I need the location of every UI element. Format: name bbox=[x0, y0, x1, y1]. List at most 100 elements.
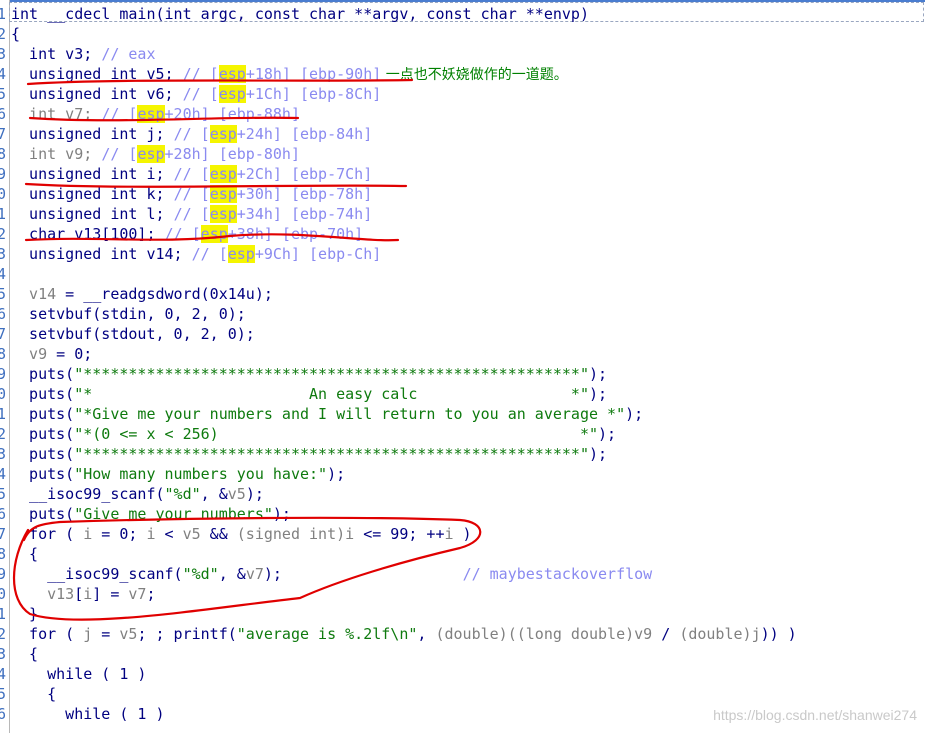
string-literal[interactable]: "***************************************… bbox=[74, 365, 589, 383]
variable[interactable]: v5 bbox=[119, 625, 137, 643]
call[interactable]: __isoc99_scanf( bbox=[11, 485, 164, 503]
string-literal[interactable]: "*(0 <= x < 256) *" bbox=[74, 425, 598, 443]
code-line[interactable]: unsigned int l; // [esp+34h] [ebp-74h] bbox=[11, 204, 925, 224]
variable[interactable]: v5 bbox=[183, 525, 201, 543]
code-line[interactable]: { bbox=[11, 684, 925, 704]
call[interactable]: puts( bbox=[11, 405, 74, 423]
statement[interactable]: setvbuf(stdin, 0, 2, 0); bbox=[11, 305, 246, 323]
call[interactable]: puts( bbox=[11, 465, 74, 483]
call[interactable]: puts( bbox=[11, 385, 74, 403]
highlighted-token[interactable]: esp bbox=[137, 145, 165, 163]
declaration[interactable]: int v9; bbox=[11, 145, 101, 163]
declaration[interactable]: unsigned int v14; bbox=[11, 245, 192, 263]
code-line[interactable]: int v7; // [esp+20h] [ebp-88h] bbox=[11, 104, 925, 124]
string-literal[interactable]: "* An easy calc *" bbox=[74, 385, 589, 403]
declaration[interactable]: unsigned int i; bbox=[11, 165, 174, 183]
code-area[interactable]: int __cdecl main(int argc, const char **… bbox=[11, 4, 925, 724]
variable[interactable]: v9 bbox=[11, 345, 47, 363]
declaration[interactable]: char v13[100]; bbox=[11, 225, 165, 243]
code-line[interactable]: unsigned int j; // [esp+24h] [ebp-84h] bbox=[11, 124, 925, 144]
call[interactable]: puts( bbox=[11, 365, 74, 383]
code-line[interactable]: unsigned int i; // [esp+2Ch] [ebp-7Ch] bbox=[11, 164, 925, 184]
code-line[interactable]: unsigned int v14; // [esp+9Ch] [ebp-Ch] bbox=[11, 244, 925, 264]
code-line[interactable]: v13[i] = v7; bbox=[11, 584, 925, 604]
code-line[interactable]: v14 = __readgsdword(0x14u); bbox=[11, 284, 925, 304]
code-line[interactable]: puts("*Give me your numbers and I will r… bbox=[11, 404, 925, 424]
declaration[interactable]: unsigned int v6; bbox=[11, 85, 183, 103]
call[interactable]: ; ; printf( bbox=[137, 625, 236, 643]
call[interactable]: puts( bbox=[11, 445, 74, 463]
string-literal[interactable]: "*Give me your numbers and I will return… bbox=[74, 405, 625, 423]
variable[interactable]: i bbox=[445, 525, 454, 543]
code-line[interactable]: puts("Give me your numbers"); bbox=[11, 504, 925, 524]
statement[interactable]: = 0; bbox=[47, 345, 92, 363]
keyword[interactable]: for ( bbox=[11, 625, 83, 643]
variable[interactable]: v7 bbox=[246, 565, 264, 583]
code-line[interactable]: int __cdecl main(int argc, const char **… bbox=[11, 4, 925, 24]
keyword[interactable]: while ( 1 ) bbox=[11, 705, 164, 723]
code-line[interactable]: { bbox=[11, 24, 925, 44]
variable[interactable]: i bbox=[83, 525, 92, 543]
highlighted-token[interactable]: esp bbox=[209, 125, 237, 143]
code-line[interactable]: puts("**********************************… bbox=[11, 364, 925, 384]
code-line[interactable]: puts("*(0 <= x < 256) *"); bbox=[11, 424, 925, 444]
highlighted-token[interactable]: esp bbox=[137, 105, 165, 123]
variable[interactable]: i bbox=[146, 525, 155, 543]
string-literal[interactable]: "%d" bbox=[165, 485, 201, 503]
code-line[interactable]: v9 = 0; bbox=[11, 344, 925, 364]
variable[interactable]: i bbox=[345, 525, 354, 543]
declaration[interactable]: int v3; bbox=[11, 45, 101, 63]
code-line[interactable]: while ( 1 ) bbox=[11, 664, 925, 684]
declaration[interactable]: unsigned int v5; bbox=[11, 65, 183, 83]
string-literal[interactable]: "Give me your numbers" bbox=[74, 505, 273, 523]
code-line[interactable]: unsigned int k; // [esp+30h] [ebp-78h] bbox=[11, 184, 925, 204]
declaration[interactable]: int v7; bbox=[11, 105, 101, 123]
code-line[interactable]: __isoc99_scanf("%d", &v5); bbox=[11, 484, 925, 504]
pseudocode-viewer[interactable]: 123456789012345678901234567890123456 int… bbox=[0, 0, 925, 733]
code-line[interactable]: } bbox=[11, 604, 925, 624]
code-line[interactable]: for ( j = v5; ; printf("average is %.2lf… bbox=[11, 624, 925, 644]
code-line[interactable]: char v13[100]; // [esp+38h] [ebp-70h] bbox=[11, 224, 925, 244]
variable[interactable]: v5 bbox=[228, 485, 246, 503]
keyword[interactable]: for ( bbox=[11, 525, 83, 543]
highlighted-token[interactable]: esp bbox=[209, 165, 237, 183]
variable[interactable]: v13 bbox=[11, 585, 74, 603]
variable[interactable]: v9 bbox=[634, 625, 652, 643]
code-line[interactable]: unsigned int v5; // [esp+18h] [ebp-90h] … bbox=[11, 64, 925, 84]
code-line[interactable]: puts("**********************************… bbox=[11, 444, 925, 464]
variable[interactable]: v14 bbox=[11, 285, 56, 303]
call[interactable]: __isoc99_scanf( bbox=[11, 565, 182, 583]
code-line[interactable]: int v9; // [esp+28h] [ebp-80h] bbox=[11, 144, 925, 164]
highlighted-token[interactable]: esp bbox=[209, 205, 237, 223]
code-line[interactable]: { bbox=[11, 544, 925, 564]
keyword[interactable]: while ( 1 ) bbox=[11, 665, 146, 683]
statement[interactable]: setvbuf(stdout, 0, 2, 0); bbox=[11, 325, 255, 343]
code-line[interactable]: __isoc99_scanf("%d", &v7); // maybestack… bbox=[11, 564, 925, 584]
highlighted-token[interactable]: esp bbox=[218, 65, 246, 83]
statement[interactable]: = __readgsdword(0x14u); bbox=[56, 285, 273, 303]
string-literal[interactable]: "average is %.2lf\n" bbox=[237, 625, 418, 643]
declaration[interactable]: unsigned int k; bbox=[11, 185, 174, 203]
code-line[interactable]: setvbuf(stdout, 0, 2, 0); bbox=[11, 324, 925, 344]
call[interactable]: puts( bbox=[11, 505, 74, 523]
call[interactable]: puts( bbox=[11, 425, 74, 443]
string-literal[interactable]: "How many numbers you have:" bbox=[74, 465, 327, 483]
code-line[interactable] bbox=[11, 264, 925, 284]
code-line[interactable]: puts("How many numbers you have:"); bbox=[11, 464, 925, 484]
declaration[interactable]: unsigned int j; bbox=[11, 125, 174, 143]
string-literal[interactable]: "%d" bbox=[183, 565, 219, 583]
variable[interactable]: v7 bbox=[128, 585, 146, 603]
variable[interactable]: j bbox=[83, 625, 92, 643]
variable[interactable]: i bbox=[83, 585, 92, 603]
code-line[interactable]: unsigned int v6; // [esp+1Ch] [ebp-8Ch] bbox=[11, 84, 925, 104]
string-literal[interactable]: "***************************************… bbox=[74, 445, 589, 463]
highlighted-token[interactable]: esp bbox=[218, 85, 246, 103]
highlighted-token[interactable]: esp bbox=[200, 225, 228, 243]
declaration[interactable]: unsigned int l; bbox=[11, 205, 174, 223]
code-line[interactable]: puts("* An easy calc *"); bbox=[11, 384, 925, 404]
code-line[interactable]: for ( i = 0; i < v5 && (signed int)i <= … bbox=[11, 524, 925, 544]
code-line[interactable]: { bbox=[11, 644, 925, 664]
code-line[interactable]: setvbuf(stdin, 0, 2, 0); bbox=[11, 304, 925, 324]
highlighted-token[interactable]: esp bbox=[209, 185, 237, 203]
highlighted-token[interactable]: esp bbox=[227, 245, 255, 263]
